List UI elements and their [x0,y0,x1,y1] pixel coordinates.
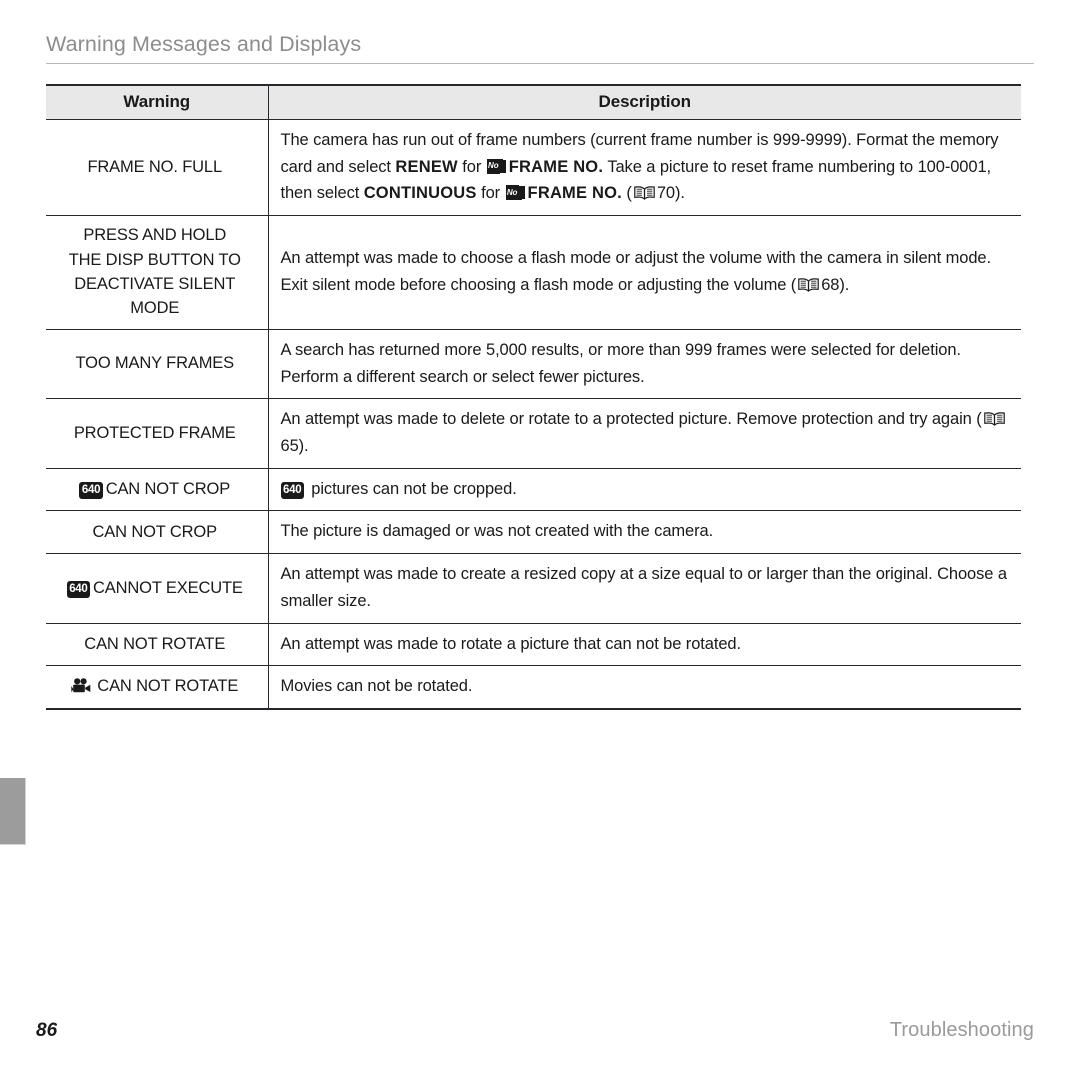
page-reference: 70 [656,184,675,203]
menu-item-frame-no: FRAME NO. [527,184,622,203]
description-text-part: ( [621,184,632,203]
warning-label: CAN NOT ROTATE [46,665,269,710]
warning-label-line: DEACTIVATE SILENT MODE [74,274,236,318]
description-text-part: ). [839,275,850,294]
table-row: PROTECTED FRAME An attempt was made to d… [46,398,1021,469]
table-row: TOO MANY FRAMES A search has returned mo… [46,329,1021,400]
menu-option-continuous: CONTINUOUS [363,184,477,203]
warning-label: TOO MANY FRAMES [46,329,269,400]
table-row: 640 CAN NOT CROP 640 pictures can not be … [46,468,1021,512]
warning-label: CAN NOT ROTATE [46,623,269,667]
warning-label-text: CANNOT EXECUTE [93,578,243,597]
table-header: Warning Description [46,84,1021,120]
warning-label-text: CAN NOT CROP [105,479,231,498]
section-tab-marker [0,778,26,845]
page-reference: 65 [280,436,299,455]
description-text-part: An attempt was made to delete or rotate … [280,410,982,429]
warning-messages-table: Warning Description FRAME NO. FULL The c… [46,84,1021,710]
description-cell: Movies can not be rotated. [268,665,1021,710]
book-icon [798,278,820,292]
640-icon: 640 [280,482,304,500]
table-row: 640 CANNOT EXECUTE An attempt was made to… [46,553,1021,624]
table-row: CAN NOT ROTATE An attempt was made to ro… [46,623,1021,667]
footer-section-label: Troubleshooting [889,1019,1034,1041]
warning-label: CAN NOT CROP [46,510,269,555]
description-text-part: for [476,184,505,203]
table-body: FRAME NO. FULL The camera has run out of… [46,119,1021,710]
table-row: CAN NOT CROP The picture is damaged or w… [46,510,1021,555]
description-text-part: An attempt was made to choose a flash mo… [280,249,992,294]
640-icon: 640 [66,581,90,599]
header-divider [46,63,1034,64]
warning-label: PRESS AND HOLD THE DISP BUTTON TO DEACTI… [46,215,269,330]
movie-camera-icon [71,678,92,693]
menu-option-renew: RENEW [395,157,458,176]
warning-label: 640 CANNOT EXECUTE [46,553,269,624]
description-text-part: for [457,157,486,176]
640-icon: 640 [79,482,103,500]
book-icon [634,186,655,201]
book-icon [983,412,1005,427]
description-cell: An attempt was made to delete or rotate … [268,398,1021,469]
description-cell: 640 pictures can not be cropped. [268,468,1021,512]
description-cell: The camera has run out of frame numbers … [268,119,1021,217]
frame-no-icon [505,185,525,201]
page-header: Warning Messages and Displays [46,32,1034,64]
table-row: FRAME NO. FULL The camera has run out of… [46,119,1021,217]
page-number: 86 [36,1020,58,1041]
description-cell: The picture is damaged or was not create… [268,510,1021,555]
warning-label: 640 CAN NOT CROP [46,468,269,512]
warning-label: FRAME NO. FULL [46,119,269,217]
description-cell: An attempt was made to rotate a picture … [268,623,1021,667]
description-text-part: ). [298,436,309,455]
description-cell: An attempt was made to create a resized … [268,553,1021,624]
menu-item-frame-no: FRAME NO. [508,157,604,176]
warning-label: PROTECTED FRAME [46,398,269,469]
table-row: CAN NOT ROTATE Movies can not be rotated… [46,665,1021,710]
column-header-description: Description [268,84,1021,120]
page-reference: 68 [821,275,840,294]
page-footer: 86 Troubleshooting [36,1019,1034,1050]
page-title: Warning Messages and Displays [46,32,362,56]
description-cell: A search has returned more 5,000 results… [268,329,1021,400]
warning-label-line: THE DISP BUTTON TO [68,250,241,269]
description-text-part: pictures can not be cropped. [306,479,517,498]
table-row: PRESS AND HOLD THE DISP BUTTON TO DEACTI… [46,215,1021,330]
frame-no-icon [486,158,506,174]
warning-label-line: PRESS AND HOLD [83,226,227,245]
description-text-part: ). [674,184,685,203]
warning-label-text: CAN NOT ROTATE [97,677,239,696]
column-header-warning: Warning [46,84,269,120]
table-header-row: Warning Description [46,84,1021,120]
description-cell: An attempt was made to choose a flash mo… [268,215,1021,330]
